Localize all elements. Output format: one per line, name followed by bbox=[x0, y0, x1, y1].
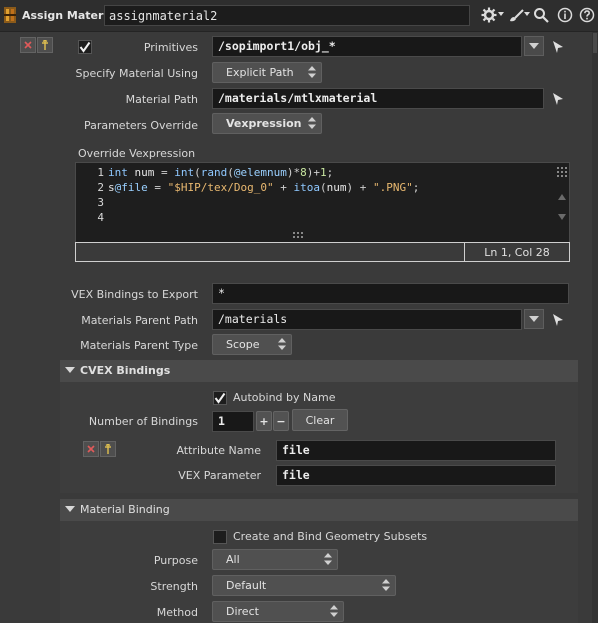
help-icon[interactable] bbox=[578, 6, 596, 24]
code-line-1-text: int num = int(rand(@elemnum)*8)+1; bbox=[108, 166, 334, 179]
insert-binding-instance-button[interactable] bbox=[100, 441, 116, 457]
collapse-triangle-icon bbox=[65, 367, 75, 373]
cursor-position: Ln 1, Col 28 bbox=[484, 246, 550, 259]
insert-button[interactable] bbox=[37, 37, 53, 53]
method-label: Method bbox=[156, 606, 198, 619]
autobind-label: Autobind by Name bbox=[233, 391, 336, 404]
method-dropdown[interactable]: Direct bbox=[212, 601, 344, 622]
updown-arrow-icon bbox=[330, 605, 338, 617]
vex-parameter-label: VEX Parameter bbox=[178, 469, 261, 482]
method-value: Direct bbox=[226, 605, 259, 618]
gear-icon[interactable] bbox=[480, 6, 498, 24]
code-line-2-text: s@file = "$HIP/tex/Dog_0" + itoa(num) + … bbox=[108, 181, 420, 194]
primitives-label: Primitives bbox=[143, 41, 198, 54]
material-path-select-arrow-icon[interactable] bbox=[550, 89, 566, 109]
attribute-name-field[interactable]: file bbox=[276, 440, 556, 461]
specify-material-label: Specify Material Using bbox=[75, 67, 199, 80]
remove-binding-button[interactable]: − bbox=[273, 411, 289, 431]
remove-binding-instance-button[interactable] bbox=[83, 441, 99, 457]
editor-status-bar: Ln 1, Col 28 bbox=[75, 242, 570, 262]
parameters-override-label: Parameters Override bbox=[83, 119, 198, 132]
scroll-down-icon[interactable] bbox=[558, 214, 566, 220]
cvex-bindings-section-header[interactable]: CVEX Bindings bbox=[60, 360, 578, 382]
status-divider bbox=[464, 243, 465, 261]
code-line-1: int num = int(rand(@elemnum)*8)+1; bbox=[108, 165, 333, 180]
gear-dropdown-icon[interactable] bbox=[498, 12, 504, 16]
editor-grip-icon[interactable] bbox=[556, 166, 568, 180]
vex-bindings-field[interactable]: * bbox=[212, 283, 569, 304]
materials-parent-path-select-arrow-icon[interactable] bbox=[550, 310, 566, 330]
specify-material-dropdown[interactable]: Explicit Path bbox=[212, 62, 322, 83]
clear-bindings-button[interactable]: Clear bbox=[292, 409, 348, 431]
brush-icon[interactable] bbox=[507, 6, 525, 24]
scrollbar-thumb[interactable] bbox=[593, 33, 597, 53]
materials-parent-type-label: Materials Parent Type bbox=[80, 339, 198, 352]
materials-parent-type-value: Scope bbox=[226, 338, 260, 351]
updown-arrow-icon bbox=[324, 553, 332, 565]
remove-button[interactable] bbox=[20, 37, 36, 53]
parameters-override-value: Vexpression bbox=[226, 117, 302, 130]
scroll-up-icon[interactable] bbox=[558, 194, 566, 200]
info-icon[interactable] bbox=[556, 6, 574, 24]
material-path-label: Material Path bbox=[125, 93, 198, 106]
material-binding-section-header[interactable]: Material Binding bbox=[60, 499, 578, 521]
strength-value: Default bbox=[226, 579, 267, 592]
number-of-bindings-label: Number of Bindings bbox=[88, 415, 198, 428]
node-header: Assign Material assignmaterial2 bbox=[0, 0, 598, 32]
collapse-triangle-icon bbox=[65, 506, 75, 512]
vex-bindings-label: VEX Bindings to Export bbox=[71, 288, 198, 301]
material-path-field[interactable]: /materials/mtlxmaterial bbox=[212, 88, 544, 109]
strength-label: Strength bbox=[150, 580, 198, 593]
override-vexpression-label: Override Vexpression bbox=[78, 147, 196, 160]
scrollbar-track[interactable] bbox=[592, 32, 598, 623]
specify-material-value: Explicit Path bbox=[226, 66, 294, 79]
strength-dropdown[interactable]: Default bbox=[212, 575, 396, 596]
updown-arrow-icon bbox=[308, 66, 316, 78]
line-number-2: 2 bbox=[97, 181, 104, 194]
search-icon[interactable] bbox=[532, 6, 550, 24]
cvex-bindings-title: CVEX Bindings bbox=[80, 364, 171, 377]
attribute-name-label: Attribute Name bbox=[176, 444, 261, 457]
materials-parent-path-label: Materials Parent Path bbox=[81, 314, 198, 327]
materials-parent-path-dropdown-button[interactable] bbox=[524, 309, 544, 329]
code-line-2: s@file = "$HIP/tex/Dog_0" + itoa(num) + … bbox=[108, 180, 419, 195]
vex-parameter-field[interactable]: file bbox=[276, 465, 556, 486]
materials-parent-type-dropdown[interactable]: Scope bbox=[212, 334, 292, 355]
updown-arrow-icon bbox=[382, 579, 390, 591]
primitives-field[interactable]: /sopimport1/obj_* bbox=[212, 36, 522, 57]
brush-dropdown-icon[interactable] bbox=[524, 12, 530, 16]
node-name-field[interactable]: assignmaterial2 bbox=[104, 5, 470, 26]
create-subsets-checkbox[interactable] bbox=[213, 530, 227, 544]
updown-arrow-icon bbox=[308, 117, 316, 129]
materials-parent-path-field[interactable]: /materials bbox=[212, 309, 522, 330]
primitives-select-arrow-icon[interactable] bbox=[550, 37, 566, 57]
number-of-bindings-field[interactable]: 1 bbox=[212, 411, 254, 432]
line-number-1: 1 bbox=[97, 166, 104, 179]
primitives-enable-checkbox[interactable] bbox=[78, 40, 92, 54]
add-binding-button[interactable]: + bbox=[256, 411, 272, 431]
updown-arrow-icon bbox=[278, 338, 286, 350]
primitives-dropdown-button[interactable] bbox=[524, 36, 544, 56]
purpose-value: All bbox=[226, 553, 240, 566]
purpose-dropdown[interactable]: All bbox=[212, 549, 338, 570]
editor-resize-icon[interactable] bbox=[292, 229, 304, 238]
parameters-override-dropdown[interactable]: Vexpression bbox=[212, 113, 322, 134]
material-binding-title: Material Binding bbox=[80, 503, 170, 516]
autobind-checkbox[interactable] bbox=[213, 391, 227, 405]
line-number-4: 4 bbox=[97, 211, 104, 224]
purpose-label: Purpose bbox=[153, 554, 198, 567]
line-number-3: 3 bbox=[97, 196, 104, 209]
assign-material-node-icon bbox=[3, 6, 17, 24]
create-subsets-label: Create and Bind Geometry Subsets bbox=[233, 530, 428, 543]
